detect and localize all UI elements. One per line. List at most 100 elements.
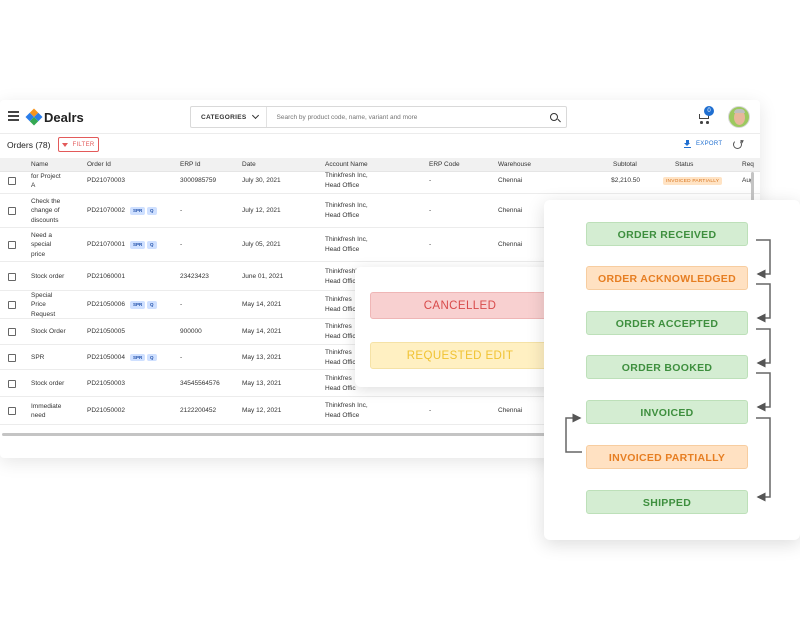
refresh-icon[interactable]: [733, 140, 742, 149]
erp-id: 3000985759: [180, 177, 217, 184]
order-id-link[interactable]: PD21070002: [87, 206, 125, 216]
order-date: July 05, 2021: [242, 241, 281, 248]
row-checkbox[interactable]: [8, 379, 16, 388]
dealrs-logo[interactable]: Dealrs: [25, 108, 84, 126]
user-avatar[interactable]: [728, 106, 750, 128]
column-header-subtotal[interactable]: Subtotal: [613, 161, 637, 168]
account-branch: Head Offic: [325, 333, 356, 340]
order-name: Stock order: [31, 272, 65, 280]
workflow-step-order-received: ORDER RECEIVED: [586, 222, 748, 246]
workflow-step-invoiced: INVOICED: [586, 400, 748, 424]
spr-badge: SPR: [130, 241, 146, 249]
spr-badge: SPR: [130, 353, 146, 361]
warehouse: Chennai: [498, 207, 523, 214]
order-name: Request: [31, 310, 56, 318]
account-name: Thinkfresh Inc,: [325, 202, 368, 209]
column-header-warehouse[interactable]: Warehouse: [498, 161, 531, 168]
column-header-erp-code[interactable]: ERP Code: [429, 161, 460, 168]
account-name: Thinkfresh Inc,: [325, 402, 368, 409]
export-label: EXPORT: [696, 141, 723, 147]
order-name: Need a: [31, 231, 52, 239]
cart-count-badge: 0: [704, 106, 714, 116]
account-name: Thinkfresh Inc,: [325, 172, 368, 179]
order-id-link[interactable]: PD21050002: [87, 406, 125, 416]
account-name: Thinkfres: [325, 374, 352, 382]
account-branch: Head Offic: [325, 306, 356, 313]
erp-id: 34545564576: [180, 379, 220, 387]
column-header-status[interactable]: Status: [675, 161, 693, 168]
order-name: A: [31, 182, 36, 189]
row-checkbox[interactable]: [8, 353, 16, 362]
connector-accepted-to-booked: [756, 328, 771, 368]
row-checkbox[interactable]: [8, 207, 16, 215]
cancelled-status-pill: CANCELLED: [370, 292, 550, 319]
account-branch: Head Offic: [325, 277, 356, 285]
account-branch: Head Offic: [325, 384, 356, 392]
row-checkbox[interactable]: [8, 407, 16, 415]
download-icon: [684, 140, 691, 148]
column-header-date[interactable]: Date: [242, 161, 256, 168]
order-name: for Project: [31, 172, 61, 180]
orders-title: Orders (78): [7, 140, 51, 150]
column-header-req[interactable]: Req: [742, 161, 754, 168]
row-checkbox[interactable]: [8, 328, 16, 336]
chevron-down-icon: [251, 111, 259, 120]
quote-badge: Q: [147, 207, 157, 215]
export-button[interactable]: EXPORT: [684, 140, 722, 148]
erp-code: -: [429, 177, 432, 184]
table-row[interactable]: for Project A PD21070003 3000985759 July 30,…: [0, 168, 760, 194]
erp-id: 2122200452: [180, 407, 217, 414]
column-header-order-id[interactable]: Order Id: [87, 161, 111, 168]
account-branch: Head Office: [325, 412, 360, 419]
warehouse: Chennai: [498, 177, 523, 184]
order-name: SPR: [31, 353, 45, 361]
status-badge: INVOICED PARTIALLY: [663, 177, 723, 185]
order-date: June 01, 2021: [242, 272, 284, 280]
app-name: Dealrs: [44, 109, 84, 125]
top-navigation-bar: Dealrs CATEGORIES 0: [0, 100, 760, 134]
search-icon[interactable]: [546, 107, 566, 127]
order-id-link[interactable]: PD21070003: [87, 176, 125, 186]
account-branch: Head Office: [325, 212, 360, 219]
account-branch: Head Office: [325, 246, 360, 253]
order-name: Immediate: [31, 402, 62, 410]
order-id-link[interactable]: PD21060001: [87, 272, 125, 282]
erp-id: -: [180, 353, 183, 361]
account-name: Thinkfresh Inc,: [325, 236, 368, 243]
row-checkbox[interactable]: [8, 177, 16, 185]
connector-invoiced-to-shipped: [756, 417, 771, 502]
workflow-step-invoiced-partially: INVOICED PARTIALLY: [586, 445, 748, 469]
row-checkbox[interactable]: [8, 241, 16, 249]
account-branch: Head Office: [325, 182, 360, 189]
erp-code: -: [429, 407, 432, 414]
erp-id: -: [180, 207, 183, 214]
order-name: Stock order: [31, 379, 65, 387]
column-header-erp-id[interactable]: ERP Id: [180, 161, 200, 168]
filter-funnel-icon: [62, 142, 69, 147]
order-name: special: [31, 241, 52, 249]
hamburger-menu-icon[interactable]: [8, 111, 19, 121]
row-checkbox[interactable]: [8, 301, 16, 309]
order-date: July 30, 2021: [242, 177, 281, 184]
categories-dropdown[interactable]: CATEGORIES: [191, 107, 267, 127]
filter-button[interactable]: FILTER: [58, 137, 99, 152]
order-id-link[interactable]: PD21050004: [87, 353, 125, 363]
column-header-name[interactable]: Name: [31, 161, 48, 168]
search-bar: CATEGORIES: [190, 106, 567, 128]
column-header-account-name[interactable]: Account Name: [325, 161, 368, 168]
quote-badge: Q: [147, 241, 157, 249]
connector-acknowledged-to-accepted: [756, 283, 771, 323]
account-name: Thinkfres: [325, 348, 352, 356]
order-id-link[interactable]: PD21050006: [87, 300, 125, 310]
quote-badge: Q: [147, 301, 157, 309]
search-input[interactable]: [266, 107, 546, 127]
order-date: May 12, 2021: [242, 407, 282, 414]
order-name: price: [31, 250, 46, 258]
order-date: May 14, 2021: [242, 328, 282, 335]
spr-badge: SPR: [130, 207, 146, 215]
row-checkbox[interactable]: [8, 272, 16, 281]
order-id-link[interactable]: PD21070001: [87, 240, 125, 250]
order-id-link[interactable]: PD21050005: [87, 327, 125, 337]
order-id-link[interactable]: PD21050003: [87, 379, 125, 389]
workflow-step-order-booked: ORDER BOOKED: [586, 355, 748, 379]
